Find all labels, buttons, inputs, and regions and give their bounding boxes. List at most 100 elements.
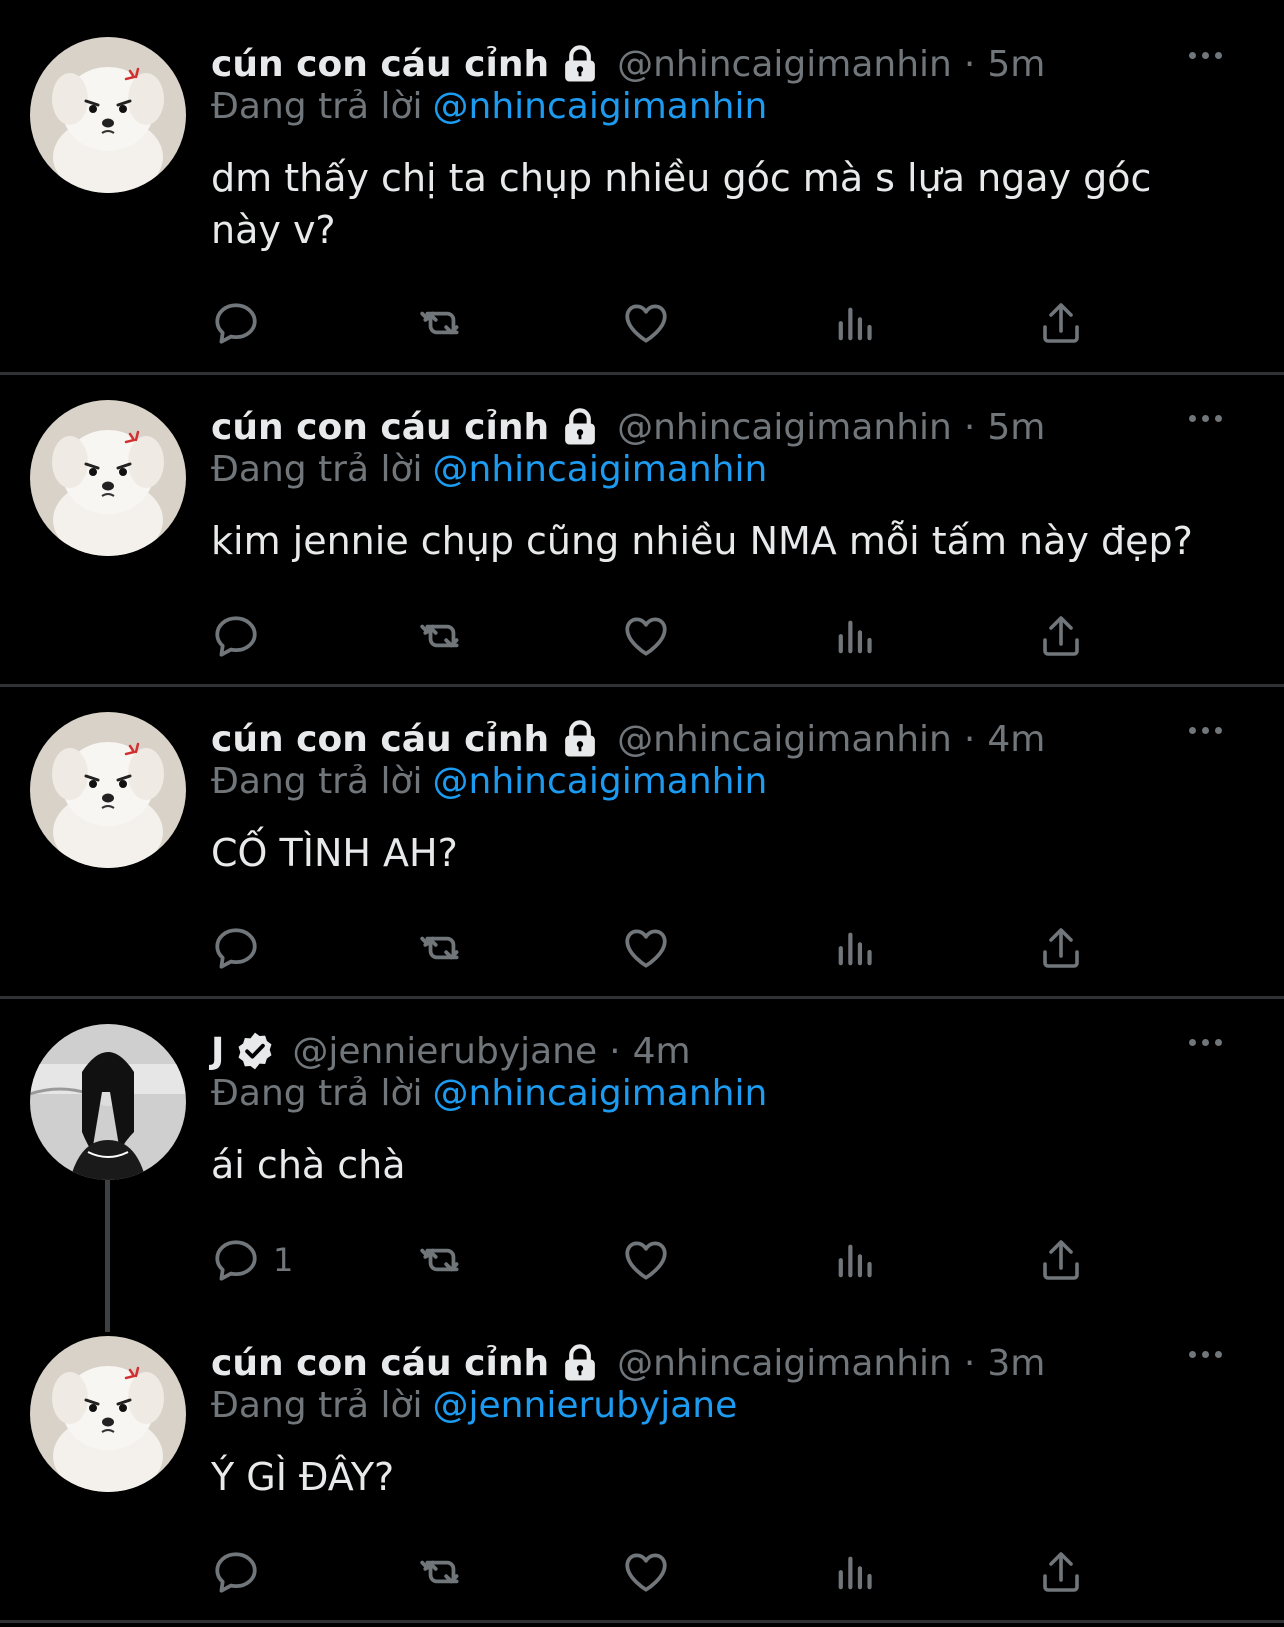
reply-button[interactable]: [211, 1544, 273, 1600]
like-button[interactable]: [621, 1232, 671, 1288]
heart-icon: [621, 298, 671, 348]
reply-button[interactable]: [211, 920, 273, 976]
divider: [0, 996, 1284, 999]
analytics-icon: [831, 1549, 877, 1595]
heart-icon: [621, 611, 671, 661]
display-name[interactable]: J: [211, 1031, 224, 1072]
share-button[interactable]: [1037, 295, 1085, 351]
user-handle[interactable]: @nhincaigimanhin: [617, 719, 952, 760]
user-handle[interactable]: @jennierubyjane: [292, 1031, 597, 1072]
lock-icon: [559, 718, 601, 760]
user-handle[interactable]: @nhincaigimanhin: [617, 44, 952, 85]
tweet-text: dm thấy chị ta chụp nhiều góc mà s lựa n…: [211, 156, 1152, 252]
tweet-header: cún con cáu cỉnh @nhincaigimanhin · 3m: [211, 1333, 1045, 1393]
share-icon: [1037, 924, 1085, 972]
display-name[interactable]: cún con cáu cỉnh: [211, 407, 549, 448]
thread-connector: [105, 1180, 110, 1332]
replying-to: Đang trả lời @nhincaigimanhin: [211, 1073, 767, 1114]
share-button[interactable]: [1037, 920, 1085, 976]
retweet-button[interactable]: [414, 1232, 470, 1288]
reply-prefix: Đang trả lời: [211, 449, 423, 490]
tweet-text: kim jennie chụp cũng nhiều NMA mỗi tấm n…: [211, 519, 1193, 563]
analytics-icon: [831, 613, 877, 659]
mention-link[interactable]: @jennierubyjane: [433, 1385, 738, 1426]
like-button[interactable]: [621, 1544, 671, 1600]
reply-button[interactable]: [211, 608, 273, 664]
mention-link[interactable]: @nhincaigimanhin: [433, 86, 768, 127]
separator: ·: [963, 43, 976, 85]
more-icon[interactable]: [1189, 52, 1222, 59]
verified-badge-icon: [234, 1030, 276, 1072]
more-icon[interactable]: [1189, 1351, 1222, 1358]
reply-icon: [211, 1547, 261, 1597]
avatar[interactable]: [30, 1336, 186, 1492]
avatar[interactable]: [30, 712, 186, 868]
retweet-icon: [414, 298, 470, 348]
more-icon[interactable]: [1189, 727, 1222, 734]
reply-count: 1: [273, 1241, 294, 1279]
analytics-icon: [831, 300, 877, 346]
views-button[interactable]: [831, 295, 877, 351]
views-button[interactable]: [831, 1544, 877, 1600]
analytics-icon: [831, 925, 877, 971]
views-button[interactable]: [831, 1232, 877, 1288]
retweet-icon: [414, 611, 470, 661]
avatar[interactable]: [30, 1024, 186, 1180]
timestamp[interactable]: 5m: [987, 44, 1045, 85]
timestamp[interactable]: 4m: [633, 1031, 691, 1072]
mention-link[interactable]: @nhincaigimanhin: [433, 1073, 768, 1114]
timestamp[interactable]: 4m: [987, 719, 1045, 760]
share-button[interactable]: [1037, 608, 1085, 664]
tweet-header: cún con cáu cỉnh @nhincaigimanhin · 4m: [211, 709, 1045, 769]
tweet-header: cún con cáu cỉnh @nhincaigimanhin · 5m: [211, 34, 1045, 94]
separator: ·: [963, 406, 976, 448]
avatar[interactable]: [30, 400, 186, 556]
views-button[interactable]: [831, 608, 877, 664]
mention-link[interactable]: @nhincaigimanhin: [433, 761, 768, 802]
like-button[interactable]: [621, 295, 671, 351]
replying-to: Đang trả lời @jennierubyjane: [211, 1385, 737, 1426]
reply-button[interactable]: [211, 295, 273, 351]
action-bar: 1: [211, 1232, 1111, 1288]
share-button[interactable]: [1037, 1544, 1085, 1600]
retweet-button[interactable]: [414, 920, 470, 976]
timestamp[interactable]: 5m: [987, 407, 1045, 448]
retweet-button[interactable]: [414, 1544, 470, 1600]
views-button[interactable]: [831, 920, 877, 976]
retweet-button[interactable]: [414, 295, 470, 351]
tweet-text: CỐ TÌNH AH?: [211, 831, 458, 875]
heart-icon: [621, 1235, 671, 1285]
tweet-text: Ý GÌ ĐÂY?: [211, 1455, 395, 1499]
reply-icon: [211, 611, 261, 661]
reply-icon: [211, 298, 261, 348]
share-button[interactable]: [1037, 1232, 1085, 1288]
divider: [0, 1620, 1284, 1623]
tweet-header: J @jennierubyjane · 4m: [211, 1021, 691, 1081]
more-icon[interactable]: [1189, 415, 1222, 422]
display-name[interactable]: cún con cáu cỉnh: [211, 1343, 549, 1384]
like-button[interactable]: [621, 608, 671, 664]
display-name[interactable]: cún con cáu cỉnh: [211, 719, 549, 760]
share-icon: [1037, 299, 1085, 347]
retweet-icon: [414, 1547, 470, 1597]
reply-button[interactable]: 1: [211, 1232, 293, 1288]
more-icon[interactable]: [1189, 1039, 1222, 1046]
action-bar: [211, 295, 1111, 351]
avatar[interactable]: [30, 37, 186, 193]
share-icon: [1037, 612, 1085, 660]
tweet-header: cún con cáu cỉnh @nhincaigimanhin · 5m: [211, 397, 1045, 457]
display-name[interactable]: cún con cáu cỉnh: [211, 44, 549, 85]
user-handle[interactable]: @nhincaigimanhin: [617, 1343, 952, 1384]
reply-icon: [211, 923, 261, 973]
divider: [0, 372, 1284, 375]
share-icon: [1037, 1548, 1085, 1596]
reply-prefix: Đang trả lời: [211, 1073, 423, 1114]
share-icon: [1037, 1236, 1085, 1284]
user-handle[interactable]: @nhincaigimanhin: [617, 407, 952, 448]
like-button[interactable]: [621, 920, 671, 976]
mention-link[interactable]: @nhincaigimanhin: [433, 449, 768, 490]
reply-prefix: Đang trả lời: [211, 86, 423, 127]
timestamp[interactable]: 3m: [987, 1343, 1045, 1384]
retweet-button[interactable]: [414, 608, 470, 664]
lock-icon: [559, 1342, 601, 1384]
